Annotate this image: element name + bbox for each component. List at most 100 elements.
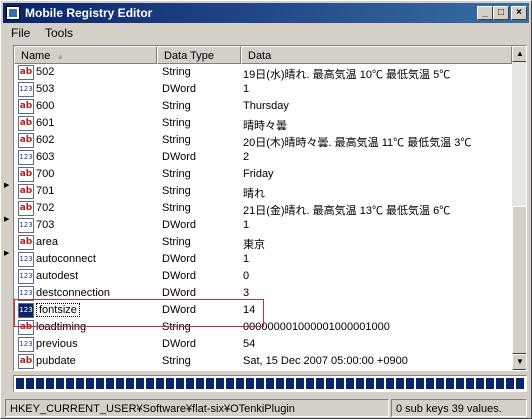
- table-row[interactable]: ab 701 String 晴れ: [14, 183, 512, 200]
- value-type: DWord: [162, 83, 197, 95]
- dword-value-icon: 123: [18, 303, 34, 318]
- sort-ascending-icon: ▲: [56, 52, 65, 61]
- value-type: String: [162, 117, 191, 129]
- list-rows: ab 502 String 19日(水)晴れ. 最高気温 10℃ 最低気温 5℃ 123…: [14, 64, 512, 370]
- value-type: String: [162, 185, 191, 197]
- splitter-arrow-icon: ▶: [4, 182, 10, 189]
- splitter-arrow-icon: ▶: [4, 250, 10, 257]
- value-data: 晴れ: [243, 188, 265, 200]
- table-row[interactable]: 123 603 DWord 2: [14, 149, 512, 166]
- table-row[interactable]: ab 502 String 19日(水)晴れ. 最高気温 10℃ 最低気温 5℃: [14, 64, 512, 81]
- value-data: 14: [243, 304, 256, 316]
- table-row[interactable]: 123 fontsize DWord 14: [14, 302, 512, 319]
- value-name: 602: [36, 134, 55, 146]
- table-row[interactable]: ab 602 String 20日(木)晴時々曇. 最高気温 11℃ 最低気温 3℃: [14, 132, 512, 149]
- values-list[interactable]: Name ▲ Data Type Data ab 502 String 19日(水)晴れ…: [13, 45, 527, 371]
- table-row[interactable]: ab 702 String 21日(金)晴れ. 最高気温 13℃ 最低気温 6℃: [14, 200, 512, 217]
- table-row[interactable]: 123 destconnection DWord 3: [14, 285, 512, 302]
- table-row[interactable]: 123 autoconnect DWord 1: [14, 251, 512, 268]
- table-row[interactable]: ab area String 東京: [14, 234, 512, 251]
- menu-file[interactable]: File: [11, 26, 30, 40]
- table-row[interactable]: ab pubdate String Sat, 15 Dec 2007 05:00:00…: [14, 353, 512, 370]
- value-name: 601: [36, 117, 55, 129]
- dword-value-icon: 123: [18, 218, 34, 233]
- value-type: String: [162, 100, 191, 112]
- string-value-icon: ab: [18, 99, 34, 114]
- value-name: area: [36, 236, 59, 248]
- string-value-icon: ab: [18, 184, 34, 199]
- vertical-scrollbar[interactable]: ▲ ▼: [512, 46, 526, 370]
- dword-value-icon: 123: [18, 337, 34, 352]
- value-data: 晴時々曇: [243, 120, 287, 132]
- value-data: 2: [243, 151, 250, 163]
- status-value-count: 0 sub keys 39 values.: [391, 399, 527, 417]
- value-type: DWord: [162, 151, 197, 163]
- table-row[interactable]: ab 601 String 晴時々曇: [14, 115, 512, 132]
- table-row[interactable]: 123 autodest DWord 0: [14, 268, 512, 285]
- string-value-icon: ab: [18, 167, 34, 182]
- scroll-thumb[interactable]: [512, 206, 526, 354]
- value-type: String: [162, 321, 191, 333]
- value-data: 1: [243, 83, 250, 95]
- table-row[interactable]: ab loadtiming String 0000000010000010000010…: [14, 319, 512, 336]
- value-name: 702: [36, 202, 55, 214]
- value-name: autoconnect: [36, 253, 96, 265]
- value-type: String: [162, 202, 191, 214]
- value-name: autodest: [36, 270, 79, 282]
- column-header-name[interactable]: Name ▲: [14, 46, 157, 64]
- dword-value-icon: 123: [18, 82, 34, 97]
- value-name: pubdate: [36, 355, 76, 367]
- dword-value-icon: 123: [18, 269, 34, 284]
- string-value-icon: ab: [18, 201, 34, 216]
- list-header: Name ▲ Data Type Data: [14, 46, 512, 64]
- value-data: 1: [243, 253, 250, 265]
- registry-editor-window: Mobile Registry Editor _ □ × File Tools …: [0, 0, 532, 419]
- title-bar[interactable]: Mobile Registry Editor _ □ ×: [3, 3, 529, 23]
- value-data: 0: [243, 270, 250, 282]
- column-name-label: Name: [21, 50, 51, 62]
- table-row[interactable]: 123 503 DWord 1: [14, 81, 512, 98]
- string-value-icon: ab: [18, 65, 34, 80]
- window-title: Mobile Registry Editor: [25, 6, 153, 20]
- string-value-icon: ab: [18, 133, 34, 148]
- progress-bar: [13, 375, 527, 392]
- progress-fill: [16, 378, 524, 389]
- scroll-down-button[interactable]: ▼: [512, 354, 526, 370]
- value-name: 701: [36, 185, 55, 197]
- value-type: String: [162, 168, 191, 180]
- value-name: previous: [36, 338, 78, 350]
- value-name: 503: [36, 83, 55, 95]
- table-row[interactable]: 123 703 DWord 1: [14, 217, 512, 234]
- close-button[interactable]: ×: [511, 6, 527, 20]
- table-row[interactable]: 123 previous DWord 54: [14, 336, 512, 353]
- minimize-button[interactable]: _: [477, 6, 493, 20]
- scroll-up-button[interactable]: ▲: [512, 46, 526, 62]
- column-header-type[interactable]: Data Type: [157, 46, 241, 64]
- value-data: 19日(水)晴れ. 最高気温 10℃ 最低気温 5℃: [243, 69, 451, 81]
- dword-value-icon: 123: [18, 286, 34, 301]
- value-name: 700: [36, 168, 55, 180]
- table-row[interactable]: ab 600 String Thursday: [14, 98, 512, 115]
- value-name: 703: [36, 219, 55, 231]
- menu-bar: File Tools: [3, 24, 529, 42]
- string-value-icon: ab: [18, 235, 34, 250]
- status-key-path: HKEY_CURRENT_USER¥Software¥flat-six¥OTen…: [5, 399, 389, 417]
- value-data: 54: [243, 338, 256, 350]
- value-data: 000000001000001000001000: [243, 321, 390, 333]
- dword-value-icon: 123: [18, 150, 34, 165]
- string-value-icon: ab: [18, 354, 34, 369]
- menu-tools[interactable]: Tools: [45, 26, 73, 40]
- value-type: DWord: [162, 253, 197, 265]
- string-value-icon: ab: [18, 320, 34, 335]
- value-name: 603: [36, 151, 55, 163]
- value-type: DWord: [162, 304, 197, 316]
- maximize-button[interactable]: □: [493, 6, 509, 20]
- value-data: 1: [243, 219, 250, 231]
- value-data: Sat, 15 Dec 2007 05:00:00 +0900: [243, 355, 408, 367]
- value-data: 21日(金)晴れ. 最高気温 13℃ 最低気温 6℃: [243, 205, 451, 217]
- value-data: 東京: [243, 239, 265, 251]
- value-type: DWord: [162, 270, 197, 282]
- table-row[interactable]: ab 700 String Friday: [14, 166, 512, 183]
- value-name: loadtiming: [36, 321, 87, 333]
- column-header-data[interactable]: Data: [241, 46, 512, 64]
